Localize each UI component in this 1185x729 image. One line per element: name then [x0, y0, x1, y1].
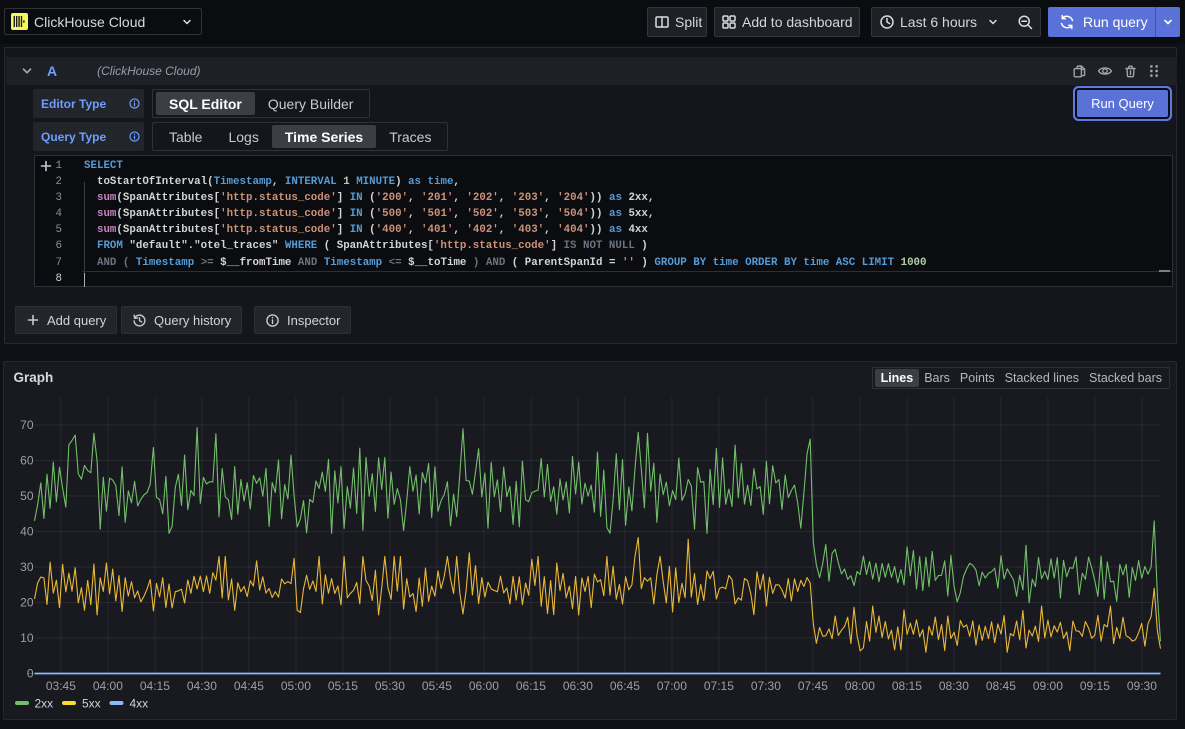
- svg-text:4xx: 4xx: [129, 697, 148, 711]
- svg-text:08:30: 08:30: [938, 679, 968, 693]
- svg-text:20: 20: [20, 596, 34, 610]
- svg-text:08:45: 08:45: [985, 679, 1015, 693]
- svg-text:08:15: 08:15: [891, 679, 921, 693]
- svg-text:08:00: 08:00: [844, 679, 874, 693]
- svg-text:60: 60: [20, 454, 34, 468]
- svg-text:06:15: 06:15: [515, 679, 545, 693]
- svg-text:50: 50: [20, 489, 34, 503]
- svg-text:09:30: 09:30: [1126, 679, 1156, 693]
- svg-text:04:45: 04:45: [233, 679, 263, 693]
- svg-text:05:00: 05:00: [280, 679, 310, 693]
- svg-text:70: 70: [20, 418, 34, 432]
- svg-text:30: 30: [20, 560, 34, 574]
- svg-text:05:45: 05:45: [421, 679, 451, 693]
- svg-text:06:30: 06:30: [562, 679, 592, 693]
- svg-text:2xx: 2xx: [34, 697, 53, 711]
- svg-text:07:30: 07:30: [750, 679, 780, 693]
- svg-text:07:45: 07:45: [797, 679, 827, 693]
- svg-text:04:15: 04:15: [139, 679, 169, 693]
- svg-text:09:00: 09:00: [1032, 679, 1062, 693]
- svg-text:40: 40: [20, 525, 34, 539]
- svg-text:06:00: 06:00: [468, 679, 498, 693]
- svg-text:07:15: 07:15: [703, 679, 733, 693]
- svg-text:07:00: 07:00: [656, 679, 686, 693]
- svg-text:04:00: 04:00: [92, 679, 122, 693]
- svg-text:05:15: 05:15: [327, 679, 357, 693]
- svg-text:10: 10: [20, 631, 34, 645]
- svg-text:05:30: 05:30: [374, 679, 404, 693]
- svg-text:06:45: 06:45: [609, 679, 639, 693]
- svg-text:04:30: 04:30: [186, 679, 216, 693]
- svg-text:03:45: 03:45: [45, 679, 75, 693]
- svg-text:09:15: 09:15: [1079, 679, 1109, 693]
- svg-text:5xx: 5xx: [82, 697, 101, 711]
